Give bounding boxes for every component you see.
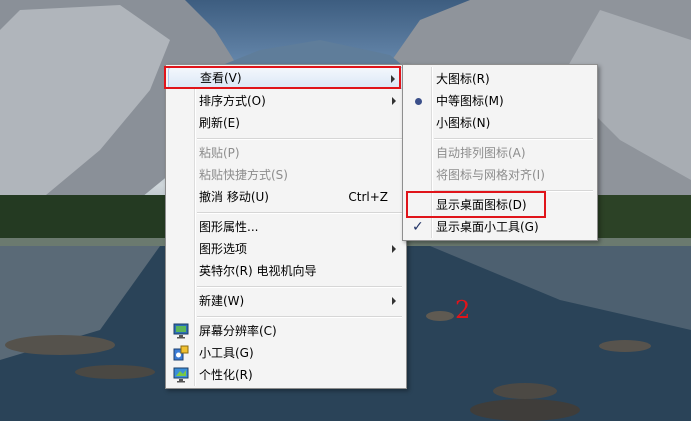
menu-separator [434,190,593,192]
submenu-item-align-to-grid: 将图标与网格对齐(I) [405,164,595,186]
menu-item-sort-by[interactable]: 排序方式(O) [168,90,404,112]
submenu-arrow-icon [391,75,395,83]
menu-item-undo-move-label: 撤消 移动(U) [199,190,269,204]
personalize-icon [173,367,189,383]
menu-item-view-label: 查看(V) [200,71,242,85]
submenu-item-large-icons-label: 大图标(R) [436,72,490,86]
gadgets-icon [173,345,189,361]
menu-item-paste-shortcut: 粘贴快捷方式(S) [168,164,404,186]
menu-item-gadgets-label: 小工具(G) [199,346,254,360]
menu-item-undo-move[interactable]: 撤消 移动(U) Ctrl+Z [168,186,404,208]
desktop-context-menu: 查看(V) 排序方式(O) 刷新(E) 粘贴(P) 粘贴快捷方式(S) 撤消 移… [165,64,407,389]
desktop-wallpaper[interactable]: 2 查看(V) 排序方式(O) 刷新(E) 粘贴(P) 粘贴快捷方式(S) 撤消… [0,0,691,421]
menu-item-personalize[interactable]: 个性化(R) [168,364,404,386]
submenu-item-large-icons[interactable]: 大图标(R) [405,68,595,90]
submenu-item-show-desktop-icons[interactable]: 显示桌面图标(D) [405,194,595,216]
menu-item-refresh[interactable]: 刷新(E) [168,112,404,134]
menu-item-new-label: 新建(W) [199,294,245,308]
menu-separator [197,138,402,140]
submenu-item-show-desktop-gadgets[interactable]: ✓ 显示桌面小工具(G) [405,216,595,238]
menu-item-new[interactable]: 新建(W) [168,290,404,312]
menu-item-graphics-properties[interactable]: 图形属性... [168,216,404,238]
submenu-arrow-icon [392,97,396,105]
menu-item-view[interactable]: 查看(V) [168,67,404,89]
submenu-item-show-desktop-icons-label: 显示桌面图标(D) [436,198,527,212]
menu-item-paste: 粘贴(P) [168,142,404,164]
menu-item-graphics-properties-label: 图形属性... [199,220,259,234]
submenu-item-medium-icons[interactable]: 中等图标(M) [405,90,595,112]
submenu-item-align-to-grid-label: 将图标与网格对齐(I) [436,168,545,182]
menu-separator [197,286,402,288]
menu-item-screen-resolution-label: 屏幕分辨率(C) [199,324,277,338]
menu-item-screen-resolution[interactable]: 屏幕分辨率(C) [168,320,404,342]
menu-item-intel-tv-wizard-label: 英特尔(R) 电视机向导 [199,264,317,278]
submenu-item-auto-arrange: 自动排列图标(A) [405,142,595,164]
menu-item-undo-shortcut: Ctrl+Z [348,190,388,204]
menu-item-gadgets[interactable]: 小工具(G) [168,342,404,364]
submenu-item-medium-icons-label: 中等图标(M) [436,94,504,108]
radio-bullet-icon [415,98,422,105]
display-icon [173,323,189,339]
submenu-item-show-desktop-gadgets-label: 显示桌面小工具(G) [436,220,539,234]
menu-separator [197,316,402,318]
submenu-arrow-icon [392,297,396,305]
annotation-step-number: 2 [455,296,471,324]
menu-item-graphics-options[interactable]: 图形选项 [168,238,404,260]
menu-separator [197,212,402,214]
menu-item-paste-label: 粘贴(P) [199,146,240,160]
checkmark-icon: ✓ [412,219,424,235]
menu-item-intel-tv-wizard[interactable]: 英特尔(R) 电视机向导 [168,260,404,282]
menu-item-refresh-label: 刷新(E) [199,116,240,130]
menu-item-paste-shortcut-label: 粘贴快捷方式(S) [199,168,288,182]
menu-separator [434,138,593,140]
submenu-item-auto-arrange-label: 自动排列图标(A) [436,146,526,160]
menu-item-personalize-label: 个性化(R) [199,368,253,382]
view-submenu: 大图标(R) 中等图标(M) 小图标(N) 自动排列图标(A) 将图标与网格对齐… [402,64,598,241]
submenu-arrow-icon [392,245,396,253]
submenu-item-small-icons[interactable]: 小图标(N) [405,112,595,134]
menu-item-sort-by-label: 排序方式(O) [199,94,266,108]
submenu-item-small-icons-label: 小图标(N) [436,116,491,130]
menu-item-graphics-options-label: 图形选项 [199,242,248,256]
